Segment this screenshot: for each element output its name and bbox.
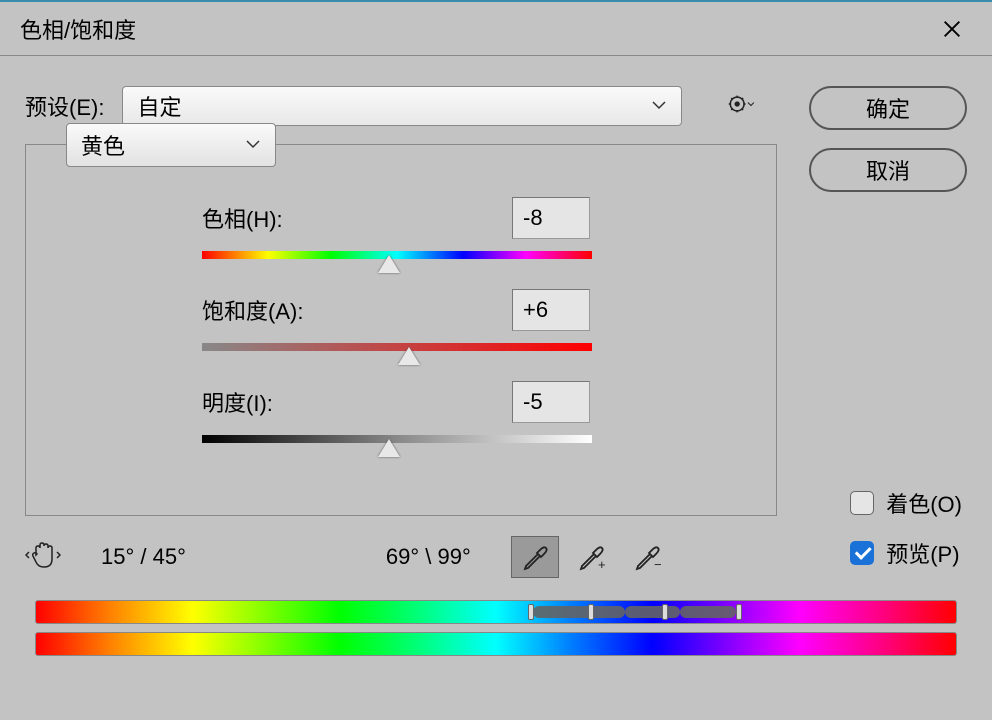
preset-dropdown[interactable]: 自定 xyxy=(122,86,682,126)
gear-icon xyxy=(728,91,754,117)
preset-value: 自定 xyxy=(137,90,181,122)
hue-slider[interactable] xyxy=(202,251,592,259)
color-range-dropdown[interactable]: 黄色 xyxy=(66,123,276,167)
adjustment-group: 黄色 色相(H): -8 饱和度(A): +6 明度(I): -5 xyxy=(25,144,777,516)
color-range-value: 黄色 xyxy=(81,129,125,161)
range-handle-4[interactable] xyxy=(736,604,742,620)
lightness-slider[interactable] xyxy=(202,435,592,443)
preset-settings-button[interactable] xyxy=(728,91,754,122)
hand-icon xyxy=(25,537,61,573)
range-handle-3[interactable] xyxy=(662,604,668,620)
saturation-label: 饱和度(A): xyxy=(202,294,512,326)
titlebar: 色相/饱和度 xyxy=(0,2,992,56)
preview-checkbox-row[interactable]: 预览(P) xyxy=(850,537,962,569)
lightness-slider-handle[interactable] xyxy=(378,439,400,457)
preset-label: 预设(E): xyxy=(25,90,104,122)
eyedropper-icon xyxy=(520,542,550,572)
saturation-slider[interactable] xyxy=(202,343,592,351)
cancel-button[interactable]: 取消 xyxy=(809,148,967,192)
range-left-text: 15° / 45° xyxy=(101,544,186,570)
eyedropper-button[interactable] xyxy=(511,536,559,578)
eyedropper-subtract-button[interactable]: − xyxy=(623,536,671,578)
lightness-label: 明度(I): xyxy=(202,386,512,418)
preview-checkbox[interactable] xyxy=(850,541,874,565)
svg-text:+: + xyxy=(598,557,606,572)
eyedropper-minus-icon: − xyxy=(632,542,662,572)
range-handle-1[interactable] xyxy=(528,604,534,620)
saturation-slider-handle[interactable] xyxy=(398,347,420,365)
hue-label: 色相(H): xyxy=(202,202,512,234)
range-handle-2[interactable] xyxy=(588,604,594,620)
hue-input[interactable]: -8 xyxy=(512,197,590,239)
chevron-down-icon xyxy=(651,93,667,119)
ok-button[interactable]: 确定 xyxy=(809,86,967,130)
dialog-title: 色相/饱和度 xyxy=(20,13,136,45)
colorize-checkbox-row[interactable]: 着色(O) xyxy=(850,487,962,519)
svg-text:−: − xyxy=(654,557,662,572)
hue-slider-handle[interactable] xyxy=(378,255,400,273)
close-icon xyxy=(941,18,963,40)
lightness-input[interactable]: -5 xyxy=(512,381,590,423)
color-bar-output xyxy=(35,632,957,656)
color-bar-input[interactable] xyxy=(35,600,957,624)
range-right-text: 69° \ 99° xyxy=(386,544,471,570)
scrubby-hand-tool[interactable] xyxy=(25,537,61,578)
eyedropper-plus-icon: + xyxy=(576,542,606,572)
range-marker-inner[interactable] xyxy=(533,606,625,618)
eyedropper-add-button[interactable]: + xyxy=(567,536,615,578)
close-button[interactable] xyxy=(932,9,972,49)
chevron-down-icon xyxy=(245,132,261,158)
preview-label: 预览(P) xyxy=(886,537,959,569)
range-marker-outer-right[interactable] xyxy=(680,606,735,618)
saturation-input[interactable]: +6 xyxy=(512,289,590,331)
colorize-checkbox[interactable] xyxy=(850,491,874,515)
colorize-label: 着色(O) xyxy=(886,487,962,519)
range-marker-outer-left[interactable] xyxy=(625,606,680,618)
